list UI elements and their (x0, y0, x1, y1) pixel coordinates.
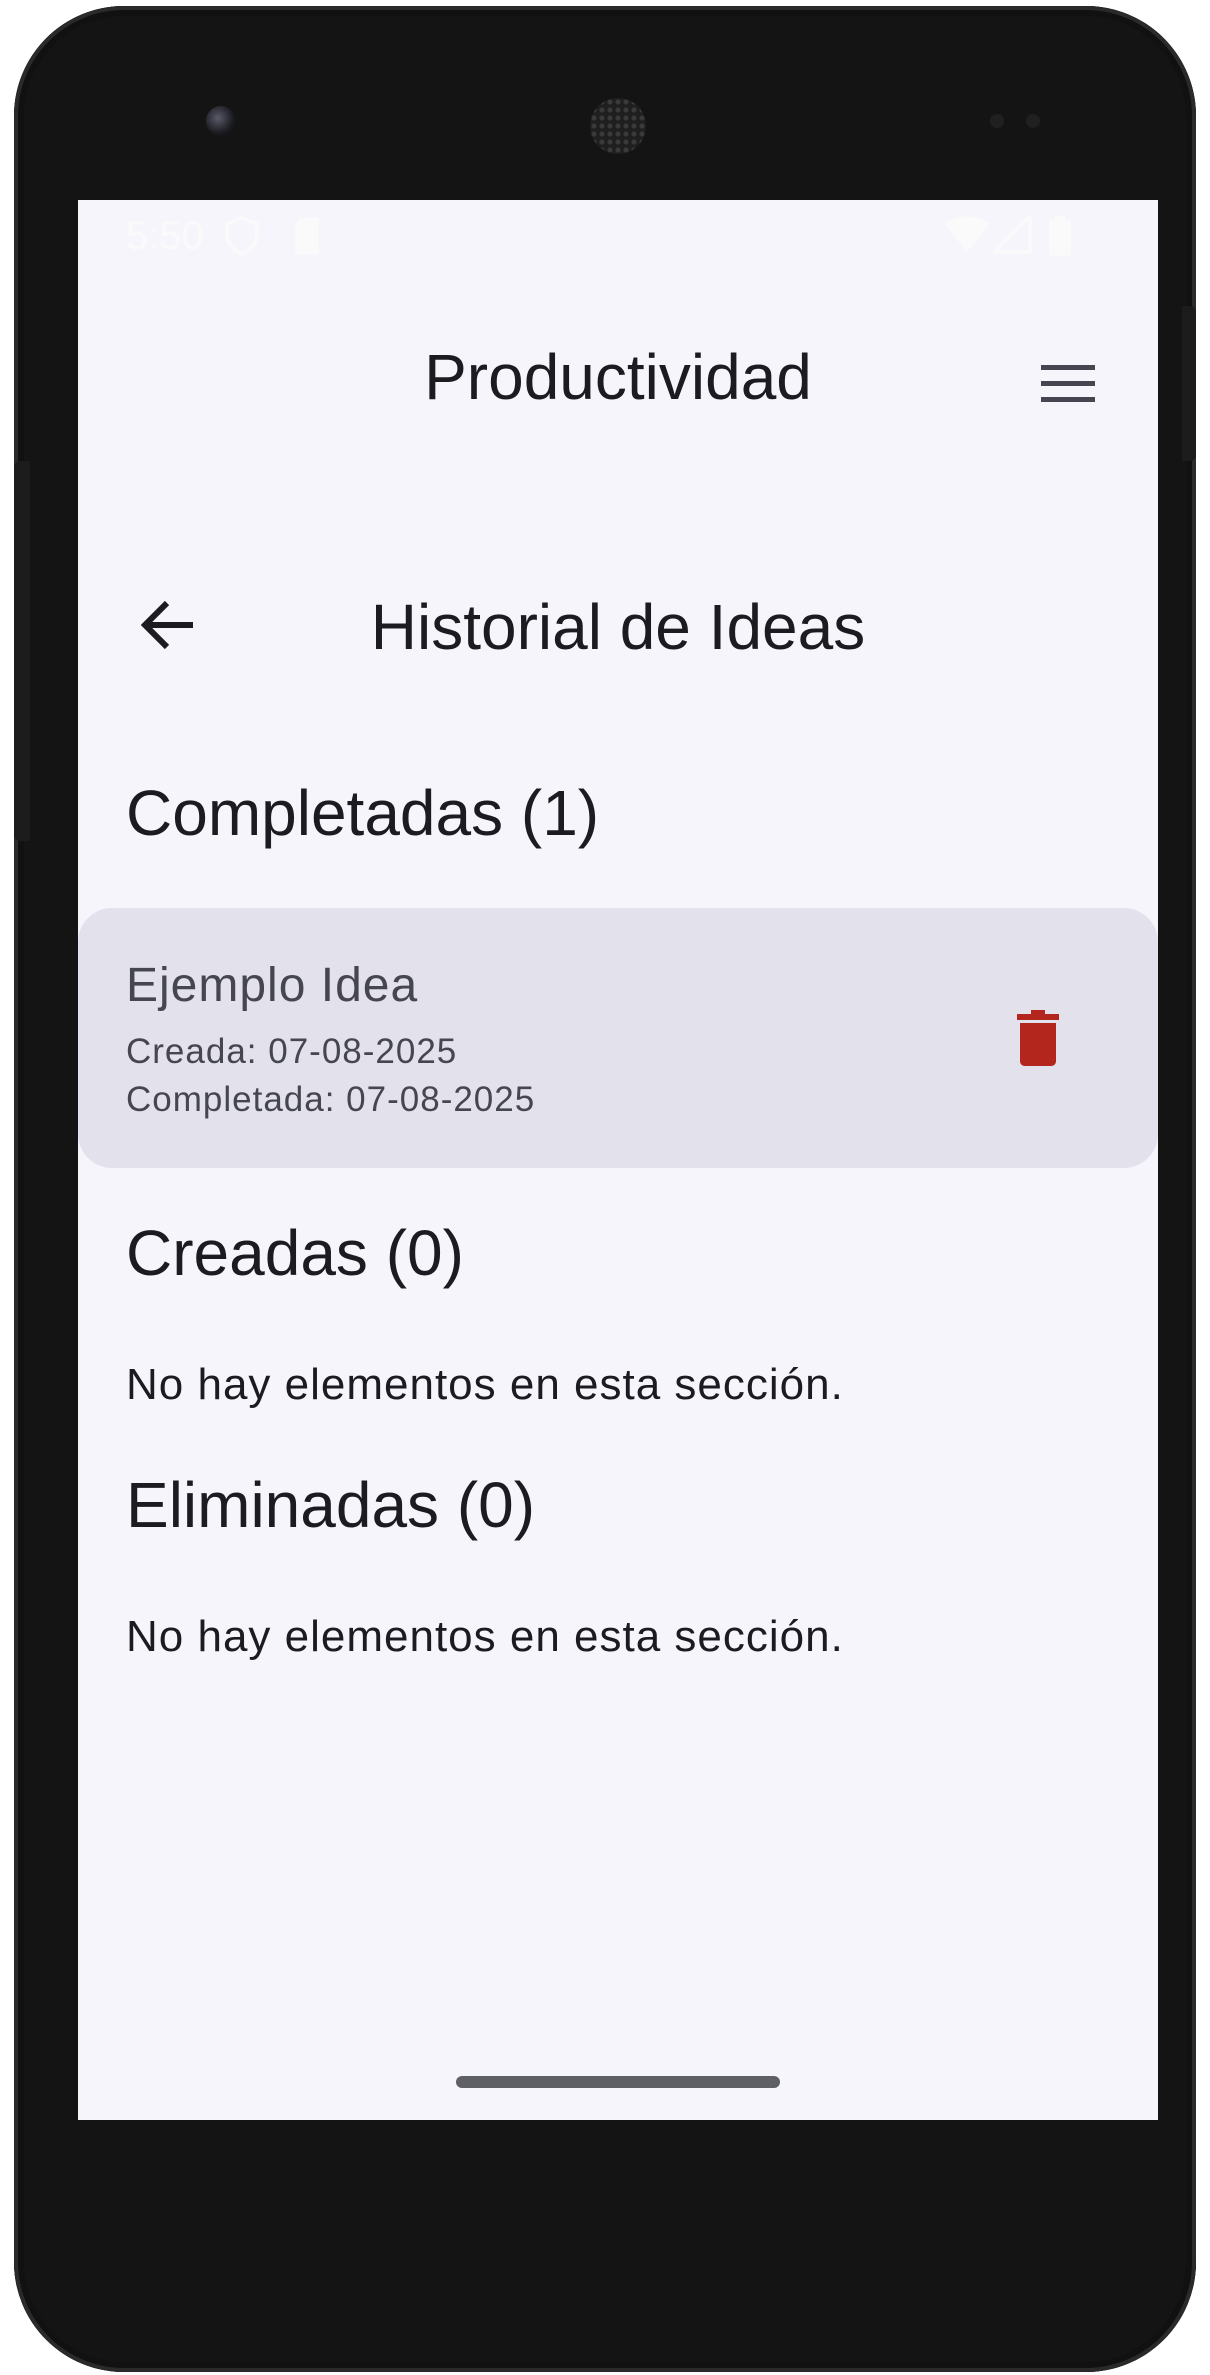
trash-icon (1017, 1010, 1059, 1066)
volume-button (14, 461, 30, 841)
section-title-completed: Completadas (1) (126, 777, 600, 849)
top-app-bar: Productividad (78, 310, 1158, 450)
section-title-created: Creadas (0) (126, 1217, 464, 1289)
wifi-icon (944, 216, 990, 259)
sd-card-icon (292, 216, 322, 261)
app-screen: 5:50 Productividad Historial de Ideas Co… (78, 200, 1158, 2120)
signal-icon (989, 211, 1032, 259)
idea-completed-date: Completada: 07-08-2025 (126, 1080, 536, 1119)
earpiece-speaker (590, 98, 646, 154)
screen-title: Historial de Ideas (370, 591, 866, 663)
hamburger-menu-icon (1041, 365, 1095, 402)
idea-card[interactable]: Ejemplo Idea Creada: 07-08-2025 Completa… (78, 908, 1158, 1168)
status-bar: 5:50 (78, 200, 1158, 272)
empty-message-created: No hay elementos en esta sección. (126, 1360, 844, 1409)
front-camera (206, 106, 236, 136)
screen-header: Historial de Ideas (78, 560, 1158, 700)
power-button (1182, 306, 1196, 461)
menu-button[interactable] (1028, 344, 1108, 424)
status-time: 5:50 (126, 214, 204, 258)
shield-icon (224, 216, 260, 261)
light-sensor (1026, 114, 1040, 128)
idea-created-date: Creada: 07-08-2025 (126, 1032, 458, 1071)
home-indicator[interactable] (456, 2076, 780, 2088)
idea-title: Ejemplo Idea (126, 959, 419, 1012)
section-title-deleted: Eliminadas (0) (126, 1469, 536, 1541)
phone-frame: 5:50 Productividad Historial de Ideas Co… (14, 6, 1196, 2372)
delete-button[interactable] (998, 998, 1078, 1078)
proximity-sensor (990, 114, 1004, 128)
battery-icon (1048, 216, 1072, 261)
empty-message-deleted: No hay elementos en esta sección. (126, 1612, 844, 1661)
app-title: Productividad (424, 341, 812, 413)
